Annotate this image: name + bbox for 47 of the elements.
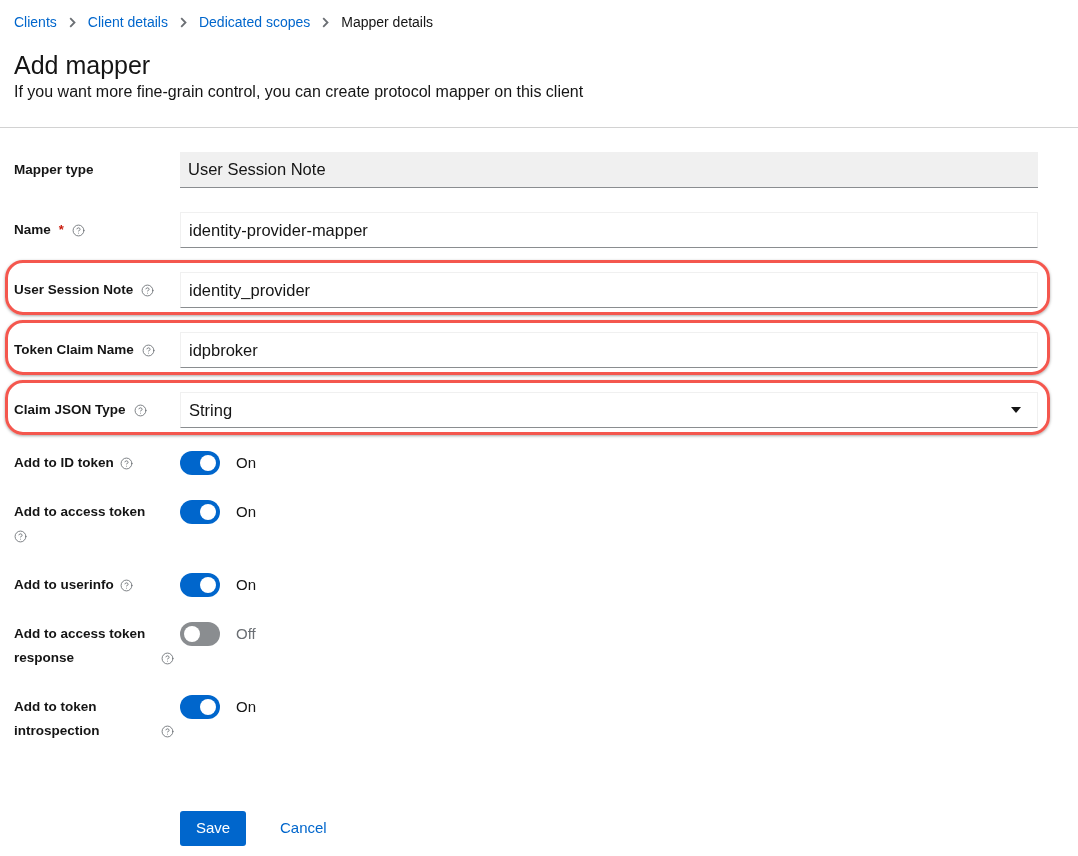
toggle-label: Add to ID token <box>14 454 114 472</box>
mapper-type-field: User Session Note <box>180 152 1038 188</box>
text-input[interactable]: identity_provider <box>180 272 1038 308</box>
text-input[interactable]: idpbroker <box>180 332 1038 368</box>
toggle-label: Add to userinfo <box>14 576 114 594</box>
toggle-state-label: On <box>236 696 256 717</box>
help-icon[interactable] <box>14 529 27 543</box>
toggle-state-label: On <box>236 452 256 473</box>
toggle-switch[interactable] <box>180 500 220 524</box>
cancel-button[interactable]: Cancel <box>264 811 343 846</box>
toggle-state-label: Off <box>236 623 256 644</box>
chevron-right-icon <box>179 16 187 28</box>
field-label: Token Claim Name <box>14 340 134 359</box>
field-label: Mapper type <box>14 160 94 179</box>
help-icon[interactable] <box>141 283 155 297</box>
field-label: User Session Note <box>14 280 134 299</box>
caret-down-icon <box>1011 407 1021 413</box>
help-icon[interactable] <box>119 456 133 470</box>
page-title: Add mapper <box>14 50 152 81</box>
help-icon[interactable] <box>133 403 147 417</box>
toggle-switch[interactable] <box>180 695 220 719</box>
text-input[interactable]: identity-provider-mapper <box>180 212 1038 248</box>
chevron-right-icon <box>68 16 76 28</box>
breadcrumb-current: Mapper details <box>341 12 434 32</box>
field-label: Claim JSON Type <box>14 400 126 419</box>
toggle-switch[interactable] <box>180 573 220 597</box>
chevron-right-icon <box>322 16 330 28</box>
help-icon[interactable] <box>71 223 85 237</box>
required-asterisk: * <box>58 221 64 240</box>
help-icon[interactable] <box>119 578 133 592</box>
toggle-label: Add to access token response <box>14 625 147 667</box>
help-icon[interactable] <box>161 651 174 665</box>
toggle-switch[interactable] <box>180 622 220 646</box>
breadcrumb-link[interactable]: Client details <box>87 11 168 33</box>
breadcrumb-link[interactable]: Dedicated scopes <box>198 11 311 33</box>
toggle-label: Add to token introspection <box>14 698 101 740</box>
toggle-state-label: On <box>236 574 256 595</box>
toggle-state-label: On <box>236 501 256 522</box>
help-icon[interactable] <box>141 343 155 357</box>
help-icon[interactable] <box>161 724 174 738</box>
breadcrumb-link[interactable]: Clients <box>14 11 57 33</box>
select-dropdown[interactable]: String <box>180 392 1038 428</box>
toggle-label: Add to access token <box>14 503 146 521</box>
field-label: Name <box>14 220 51 239</box>
save-button[interactable]: Save <box>180 811 246 846</box>
page-description: If you want more fine-grain control, you can create protocol mapper on this client <box>14 82 585 102</box>
toggle-switch[interactable] <box>180 451 220 475</box>
